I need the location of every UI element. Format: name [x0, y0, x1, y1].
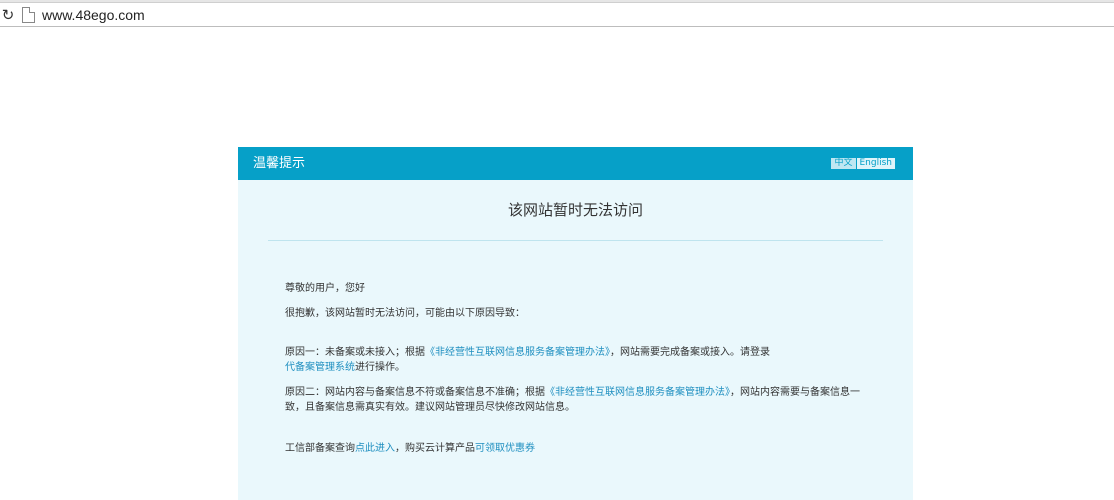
- language-switch: 中文 English: [831, 158, 895, 169]
- footer-prefix: 工信部备案查询: [285, 443, 355, 454]
- greeting-text: 尊敬的用户，您好: [285, 283, 365, 294]
- footer-line: 工信部备案查询点此进入，购买云计算产品可领取优惠券: [285, 441, 875, 456]
- browser-address-bar[interactable]: ↻ www.48ego.com: [0, 3, 1114, 27]
- reason-one-prefix: 原因一：未备案或未接入；根据: [285, 347, 425, 358]
- page-headline: 该网站暂时无法访问: [507, 201, 643, 219]
- enter-link[interactable]: 点此进入: [355, 443, 395, 454]
- filing-system-link[interactable]: 代备案管理系统: [285, 362, 355, 373]
- divider: [268, 240, 883, 241]
- apology-text: 很抱歉，该网站暂时无法访问，可能由以下原因导致：: [285, 308, 525, 319]
- reason-one-middle: ，网站需要完成备案或接入。请登录: [610, 347, 770, 358]
- url-text[interactable]: www.48ego.com: [42, 6, 145, 24]
- reload-icon[interactable]: ↻: [0, 5, 16, 25]
- reason-one-suffix: 进行操作。: [355, 362, 405, 373]
- coupon-link[interactable]: 可领取优惠券: [475, 443, 535, 454]
- regulation-link-2[interactable]: 《非经营性互联网信息服务备案管理办法》: [545, 387, 730, 398]
- lang-zh-button[interactable]: 中文: [831, 158, 856, 169]
- card-header: 温馨提示 中文 English: [238, 147, 913, 180]
- page-icon: [22, 7, 35, 23]
- reason-two-prefix: 原因二：网站内容与备案信息不符或备案信息不准确；根据: [285, 387, 545, 398]
- footer-middle: ，购买云计算产品: [395, 443, 475, 454]
- reason-one: 原因一：未备案或未接入；根据《非经营性互联网信息服务备案管理办法》，网站需要完成…: [285, 345, 875, 375]
- notice-card: 温馨提示 中文 English 该网站暂时无法访问 尊敬的用户，您好 很抱歉，该…: [238, 147, 913, 500]
- lang-en-button[interactable]: English: [856, 158, 895, 169]
- reason-two: 原因二：网站内容与备案信息不符或备案信息不准确；根据《非经营性互联网信息服务备案…: [285, 385, 875, 415]
- card-title: 温馨提示: [253, 156, 306, 171]
- regulation-link[interactable]: 《非经营性互联网信息服务备案管理办法》: [425, 347, 610, 358]
